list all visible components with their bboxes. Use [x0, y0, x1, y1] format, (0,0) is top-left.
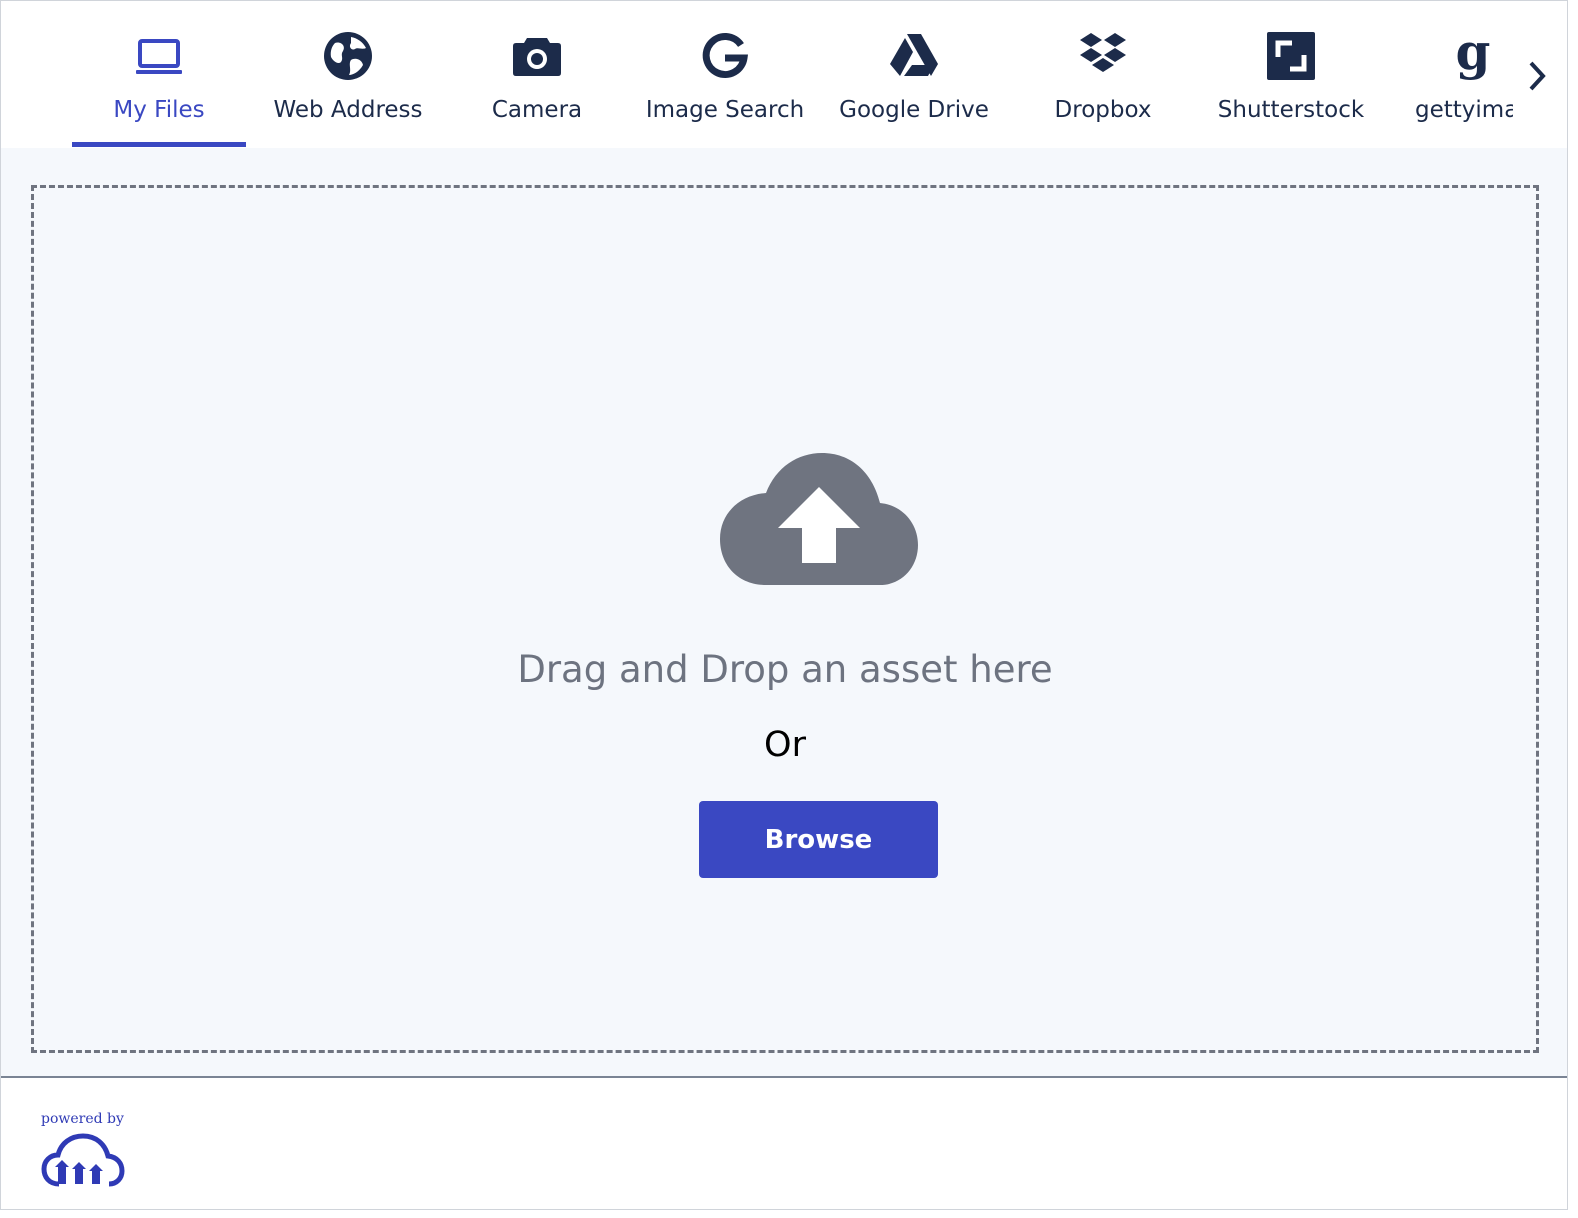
tab-label: Image Search — [645, 97, 805, 123]
tab-google-drive[interactable]: Google Drive — [827, 1, 1001, 146]
tab-label: Shutterstock — [1217, 97, 1365, 123]
tab-my-files[interactable]: My Files — [72, 1, 246, 147]
tab-dropbox[interactable]: Dropbox — [1016, 1, 1190, 146]
tab-label: My Files — [113, 97, 205, 123]
footer: powered by — [1, 1078, 1567, 1209]
globe-icon — [321, 29, 375, 83]
tab-label: Dropbox — [1054, 97, 1152, 123]
powered-by-text: powered by — [41, 1111, 124, 1127]
browse-button[interactable]: Browse — [699, 801, 938, 878]
tab-label: Google Drive — [839, 97, 989, 123]
upload-widget: My Files Web Address Camera Image Search — [0, 0, 1568, 1210]
source-tabs: My Files Web Address Camera Image Search — [1, 1, 1567, 150]
tab-camera[interactable]: Camera — [450, 1, 624, 146]
or-separator: Or — [764, 725, 806, 765]
drag-drop-message: Drag and Drop an asset here — [517, 648, 1053, 691]
chevron-right-icon — [1529, 61, 1546, 91]
tab-shutterstock[interactable]: Shutterstock — [1204, 1, 1378, 146]
camera-icon — [510, 29, 564, 83]
tab-web-address[interactable]: Web Address — [261, 1, 435, 146]
svg-text:g: g — [1456, 29, 1491, 81]
google-icon — [698, 29, 752, 83]
scroll-tabs-right-button[interactable] — [1515, 53, 1561, 99]
tab-label: Camera — [491, 97, 583, 123]
google-drive-icon — [887, 29, 941, 83]
tab-gettyimages[interactable]: g gettyima — [1393, 1, 1513, 146]
tab-label: gettyima — [1415, 97, 1513, 123]
tab-image-search[interactable]: Image Search — [638, 1, 812, 146]
gettyimages-icon: g — [1446, 29, 1500, 83]
dropbox-icon — [1076, 29, 1130, 83]
cloudinary-logo-icon — [41, 1133, 125, 1187]
tab-label: Web Address — [273, 97, 423, 123]
laptop-icon — [132, 29, 186, 83]
upload-area: Drag and Drop an asset here Or Browse — [1, 148, 1567, 1078]
cloud-upload-icon — [720, 453, 918, 585]
dropzone[interactable]: Drag and Drop an asset here Or Browse — [31, 185, 1539, 1053]
shutterstock-icon — [1264, 29, 1318, 83]
